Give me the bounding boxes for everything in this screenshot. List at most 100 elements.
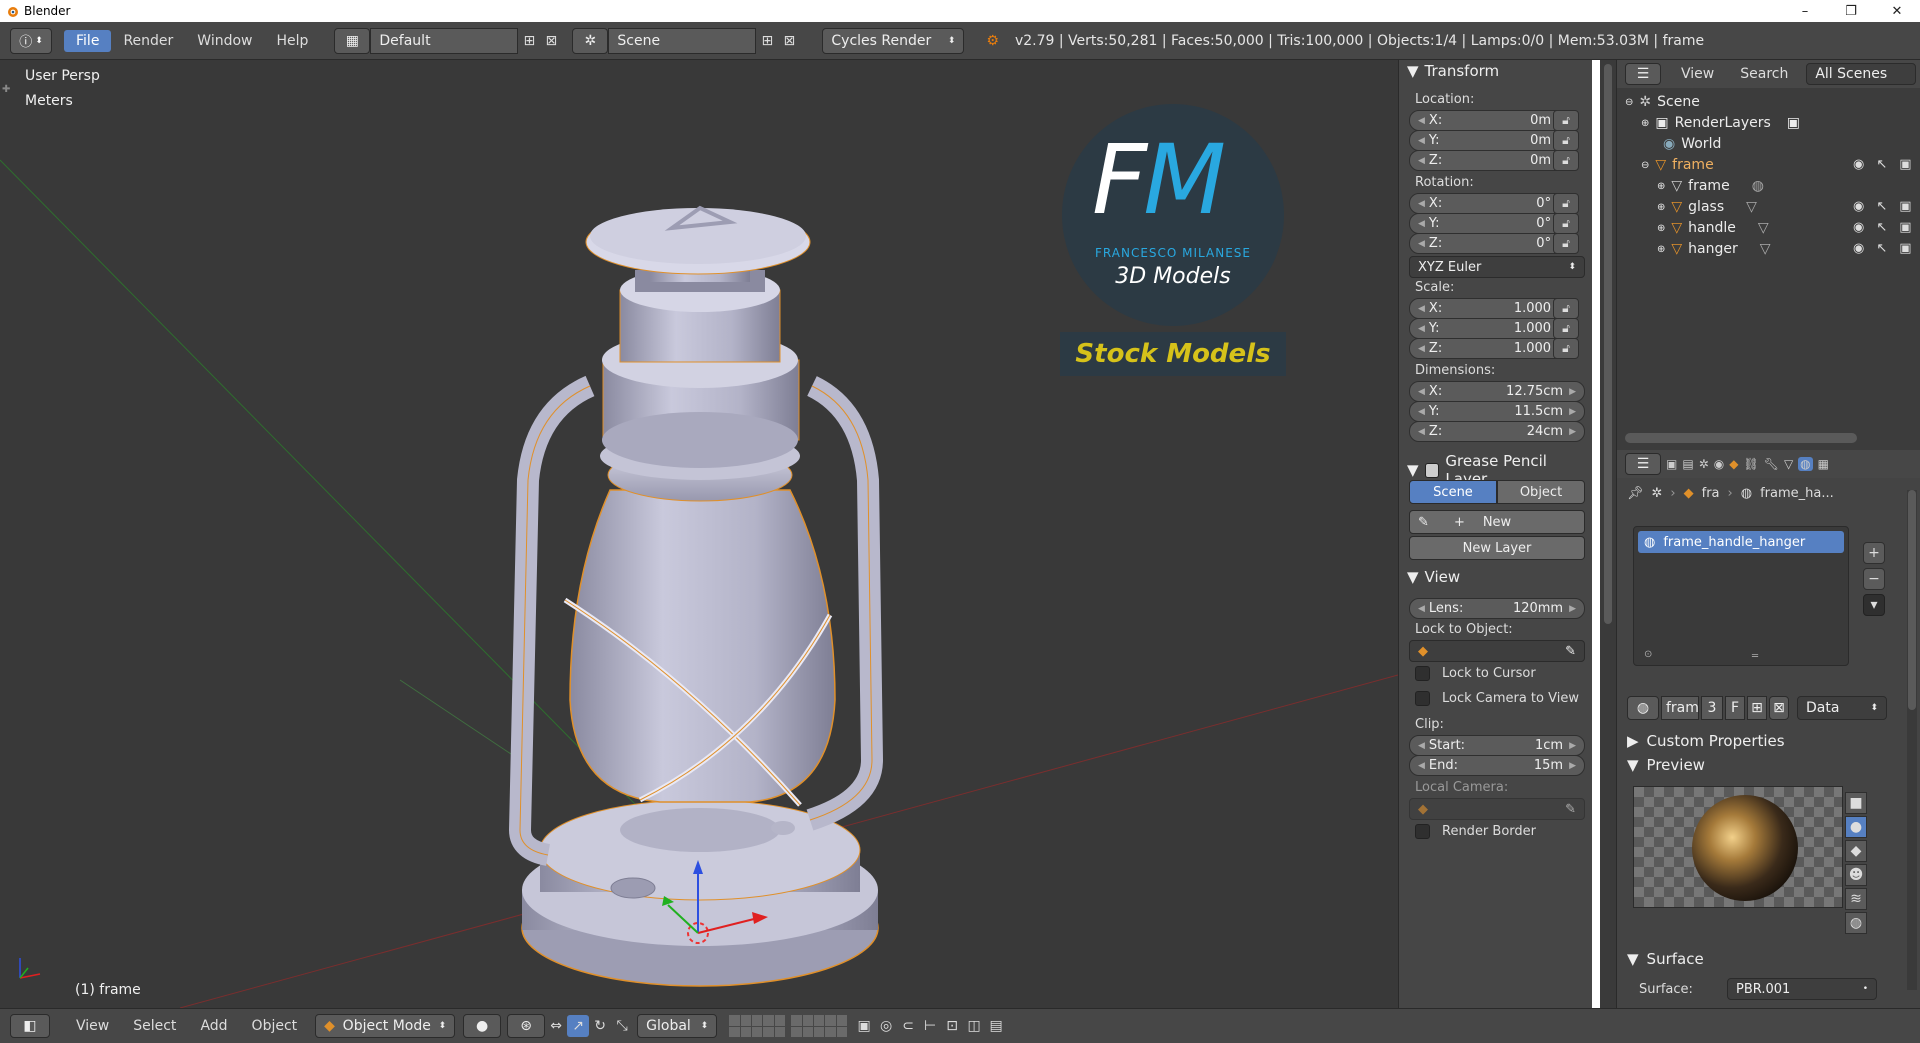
new-material-icon[interactable]: ⊞ — [1747, 696, 1767, 720]
scale-manipulator-icon[interactable]: ⤡ — [611, 1015, 633, 1037]
lock-to-cursor-checkbox[interactable] — [1415, 666, 1430, 681]
dimensions-x-field[interactable]: ◀ X: 12.75cm ▶ — [1409, 381, 1585, 402]
outliner-item-hanger[interactable]: ⊕ ▽ hanger ▽ — [1657, 241, 1771, 257]
new-layer-button[interactable]: New Layer — [1409, 536, 1585, 560]
pivot-point-select[interactable]: ⊛ — [507, 1014, 546, 1038]
preview-sphere-icon[interactable]: ● — [1845, 816, 1867, 838]
new-grease-pencil-button[interactable]: ✎ + New — [1409, 510, 1585, 534]
constraints-tab-icon[interactable]: ⛓ — [1743, 457, 1758, 471]
material-name-field[interactable]: fram — [1661, 696, 1699, 720]
tab-scene[interactable]: Scene — [1409, 480, 1497, 504]
render-camera-icon[interactable]: ▣ — [1899, 199, 1911, 214]
outliner-item-scene[interactable]: ⊖ ✲ Scene — [1625, 94, 1700, 110]
list-resize-grip-icon[interactable]: ═ — [1752, 651, 1758, 662]
fake-user-toggle[interactable]: F — [1725, 696, 1745, 720]
lens-field[interactable]: ◀ Lens: 120mm ▶ — [1409, 598, 1585, 619]
editor-type-button[interactable]: ☰ — [1625, 453, 1661, 475]
lock-camera-checkbox[interactable] — [1415, 691, 1430, 706]
render-camera-icon[interactable]: ▣ — [1899, 157, 1911, 172]
clip-end-field[interactable]: ◀ End: 15m ▶ — [1409, 755, 1585, 776]
rotation-z-field[interactable]: ◀Z:0°▶ — [1409, 233, 1573, 254]
editor-type-button[interactable]: ⓘ ⬍ — [10, 27, 52, 54]
interaction-mode-select[interactable]: ◆ Object Mode ⬍ — [315, 1014, 456, 1038]
menu-window[interactable]: Window — [185, 30, 264, 52]
lock-camera-row[interactable]: Lock Camera to View — [1415, 691, 1579, 706]
rotate-manipulator-icon[interactable]: ↻ — [589, 1015, 611, 1037]
display-mode-select[interactable]: All Scenes — [1806, 63, 1917, 85]
dimensions-y-field[interactable]: ◀ Y: 11.5cm ▶ — [1409, 401, 1585, 422]
lock-icon[interactable]: 🔓︎ — [1553, 130, 1579, 151]
select-arrow-icon[interactable]: ↖ — [1876, 199, 1887, 214]
preview-monkey-icon[interactable]: ☻ — [1845, 864, 1867, 886]
outliner-item-frame[interactable]: ⊖ ▽ frame — [1641, 157, 1714, 173]
render-border-checkbox[interactable] — [1415, 824, 1430, 839]
layer-lock-icon[interactable]: ▣ — [853, 1015, 875, 1037]
preview-sky-icon[interactable]: ◍ — [1845, 912, 1867, 934]
world-tab-icon[interactable]: ◉ — [1714, 457, 1724, 471]
add-slot-icon[interactable]: + — [1863, 542, 1885, 564]
unlink-material-icon[interactable]: ⊠ — [1769, 696, 1789, 720]
npanel-scrollbar[interactable] — [1600, 60, 1616, 1008]
remove-slot-icon[interactable]: − — [1863, 568, 1885, 590]
lock-to-object-field[interactable]: ◆ ✎ — [1409, 640, 1585, 662]
lock-icon[interactable]: 🔓︎ — [1553, 150, 1579, 171]
select-arrow-icon[interactable]: ↖ — [1876, 157, 1887, 172]
lock-icon[interactable]: 🔓︎ — [1553, 298, 1579, 319]
location-z-field[interactable]: ◀Z:0m▶ — [1409, 150, 1573, 171]
editor-type-button[interactable]: ☰ — [1625, 63, 1661, 85]
visibility-eye-icon[interactable]: ◉ — [1853, 241, 1864, 256]
3d-viewport[interactable]: User Persp Meters (1) frame ✚ FM FRANCES… — [0, 60, 1398, 1008]
manipulator-toggle-icon[interactable]: ⇔ — [545, 1015, 567, 1037]
transform-panel-header[interactable]: ▼ Transform — [1407, 62, 1499, 80]
viewport-shading-select[interactable]: ● — [463, 1014, 502, 1038]
outliner-item-glass[interactable]: ⊕ ▽ glass ▽ — [1657, 199, 1757, 215]
surface-panel-header[interactable]: ▼ Surface — [1627, 950, 1704, 968]
modifiers-tab-icon[interactable]: 🔧︎ — [1764, 457, 1779, 471]
render-border-row[interactable]: Render Border — [1415, 824, 1536, 839]
outliner-item-frame-mesh[interactable]: ⊕ ▽ frame ◍ — [1657, 178, 1764, 194]
local-camera-field[interactable]: ◆ ✎ — [1409, 798, 1585, 820]
location-y-field[interactable]: ◀Y:0m▶ — [1409, 130, 1573, 151]
view-panel-header[interactable]: ▼ View — [1407, 568, 1460, 586]
dimensions-z-field[interactable]: ◀ Z: 24cm ▶ — [1409, 421, 1585, 442]
render-camera-icon[interactable]: ▣ — [1899, 241, 1911, 256]
pin-icon[interactable]: 📌︎ — [1627, 486, 1644, 501]
lock-icon[interactable]: 🔓︎ — [1553, 213, 1579, 234]
layer-buttons-group-2[interactable] — [791, 1015, 848, 1037]
add-screen-icon[interactable]: ⊞ — [518, 30, 540, 52]
opengl-render-image-icon[interactable]: ◫ — [963, 1015, 985, 1037]
rotation-mode-select[interactable]: XYZ Euler ⬍ — [1409, 256, 1585, 278]
select-arrow-icon[interactable]: ↖ — [1876, 220, 1887, 235]
lock-icon[interactable]: 🔓︎ — [1553, 338, 1579, 359]
maximize-button[interactable]: ❐ — [1828, 0, 1874, 22]
scale-z-field[interactable]: ◀Z:1.000▶ — [1409, 338, 1573, 359]
lock-icon[interactable]: 🔓︎ — [1553, 318, 1579, 339]
menu-render[interactable]: Render — [111, 30, 185, 52]
outliner-horizontal-scrollbar[interactable] — [1625, 433, 1857, 443]
editor-type-button[interactable]: ◧ — [10, 1014, 50, 1038]
screen-layout-menu-button[interactable]: ▦ — [334, 27, 371, 54]
remove-screen-icon[interactable]: ⊠ — [540, 30, 562, 52]
properties-scrollbar[interactable] — [1907, 490, 1917, 990]
scene-menu-button[interactable]: ✲ — [572, 27, 609, 54]
lock-icon[interactable]: 🔓︎ — [1553, 110, 1579, 131]
preview-plane-icon[interactable]: ■ — [1845, 792, 1867, 814]
menu-file[interactable]: File — [64, 29, 112, 52]
lock-icon[interactable]: 🔓︎ — [1553, 233, 1579, 254]
renderlayers-tab-icon[interactable]: ▤ — [1682, 457, 1693, 471]
clip-start-field[interactable]: ◀ Start: 1cm ▶ — [1409, 735, 1585, 756]
layer-buttons-group-1[interactable] — [729, 1015, 786, 1037]
material-slot-item[interactable]: ◍ frame_handle_hanger — [1638, 531, 1844, 553]
location-x-field[interactable]: ◀X:0m▶ — [1409, 110, 1573, 131]
proportional-editing-icon[interactable]: ◎ — [875, 1015, 897, 1037]
preview-cube-icon[interactable]: ◆ — [1845, 840, 1867, 862]
menu-help[interactable]: Help — [264, 30, 320, 52]
remove-scene-icon[interactable]: ⊠ — [778, 30, 800, 52]
render-engine-select[interactable]: Cycles Render ⬍ — [822, 27, 965, 54]
render-camera-icon[interactable]: ▣ — [1899, 220, 1911, 235]
close-button[interactable]: ✕ — [1874, 0, 1920, 22]
scene-field[interactable]: Scene — [608, 27, 757, 54]
menu-add[interactable]: Add — [188, 1018, 239, 1034]
outliner-view-menu[interactable]: View — [1681, 66, 1714, 82]
surface-shader-select[interactable]: PBR.001 • — [1727, 978, 1877, 1000]
